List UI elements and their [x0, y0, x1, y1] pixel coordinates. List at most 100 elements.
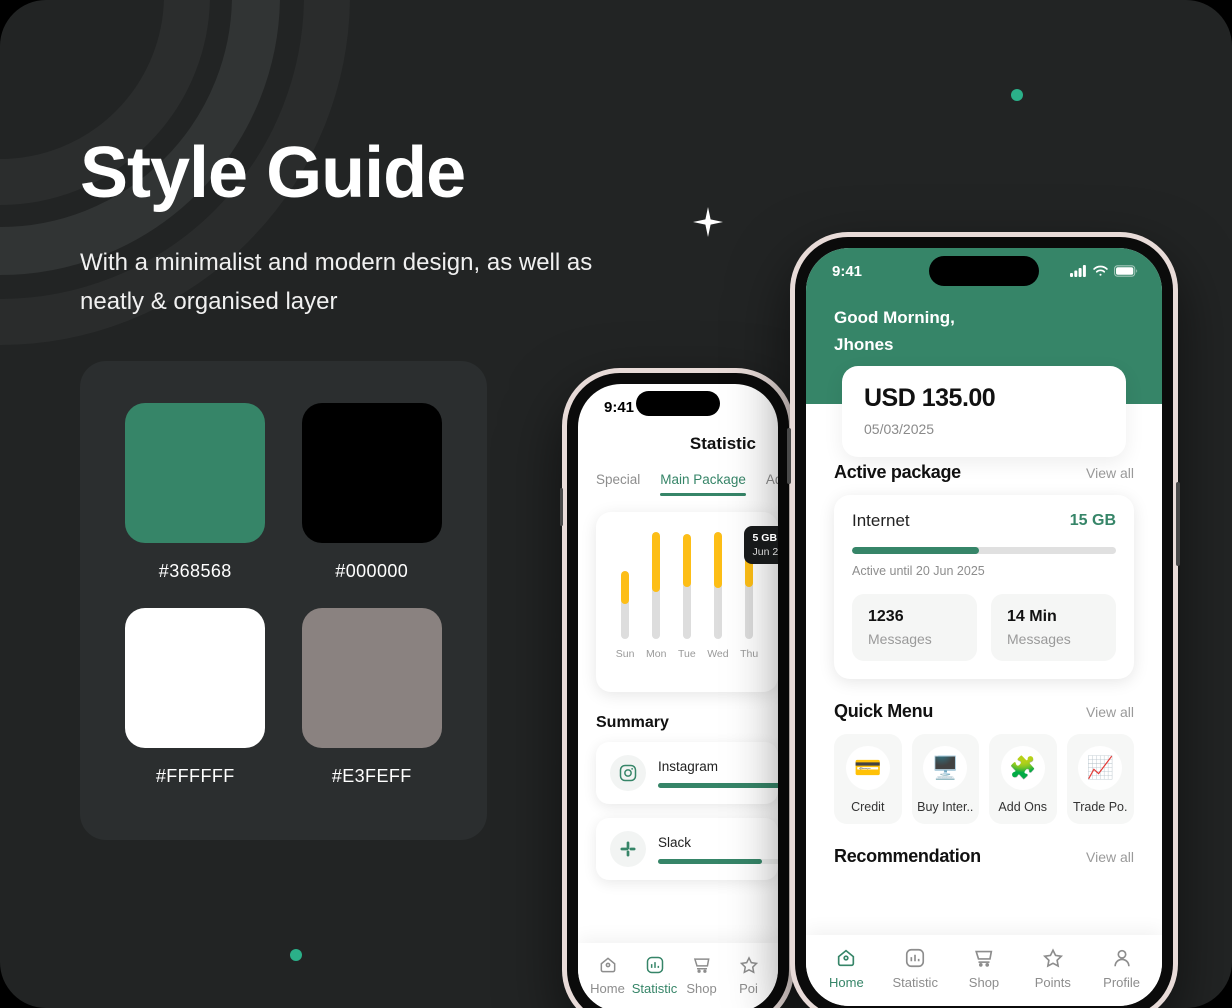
active-package-card[interactable]: Internet 15 GB Active until 20 Jun 2025 …: [834, 495, 1134, 679]
balance-date: 05/03/2025: [864, 421, 935, 437]
volume-button[interactable]: [560, 488, 563, 526]
status-bar: 9:41: [578, 384, 778, 430]
bar-column[interactable]: Mon: [646, 532, 666, 660]
nav-item-shop[interactable]: Shop: [950, 947, 1019, 990]
tab-special[interactable]: Special: [596, 472, 640, 487]
points-star-icon: [1042, 948, 1063, 968]
profile-person-icon: [1113, 949, 1130, 967]
bar-column[interactable]: Tue: [678, 532, 696, 660]
points-star-icon: [739, 956, 758, 974]
bar-column[interactable]: Sun: [615, 532, 635, 660]
nav-item-home[interactable]: Home: [584, 955, 631, 996]
page-title: Style Guide: [80, 133, 466, 213]
tooltip-value: 5 GB: [752, 532, 778, 544]
style-guide-page: Style Guide With a minimalist and modern…: [0, 0, 1232, 1008]
summary-item-instagram[interactable]: Instagram: [596, 742, 778, 804]
tab-main-package[interactable]: Main Package: [660, 472, 746, 496]
color-swatch: [125, 403, 266, 543]
swatch-label: #368568: [158, 561, 232, 581]
quick-menu-label: Add Ons: [998, 800, 1048, 814]
stat-value: 14 Min: [1007, 608, 1057, 625]
home-icon: [600, 957, 615, 973]
package-quota: 15 GB: [1069, 512, 1116, 529]
nav-item-profile[interactable]: Profile: [1087, 947, 1156, 990]
signal-icon: [1070, 265, 1086, 277]
phone-screen: 9:41 Statistic Special Main Package Add …: [578, 384, 778, 1008]
quick-menu-header: Quick Menu View all: [834, 701, 1134, 722]
nav-item-points[interactable]: Poi: [725, 955, 772, 996]
bottom-navigation: Home Statistic Shop: [578, 943, 778, 1008]
section-title: Quick Menu: [834, 701, 934, 721]
quick-menu-add-ons[interactable]: 🧩 Add Ons: [989, 734, 1057, 824]
color-swatch: [301, 403, 442, 543]
trade-chart-icon: 📈: [1078, 746, 1123, 790]
wifi-icon: [1093, 265, 1108, 276]
summary-title: Summary: [596, 714, 669, 731]
tab-add[interactable]: Add: [766, 472, 778, 487]
swatch-cell[interactable]: #368568: [120, 403, 271, 594]
battery-icon: [1114, 265, 1138, 277]
stat-box-minutes[interactable]: 14 Min Messages: [991, 594, 1116, 661]
quick-menu-buy-internet[interactable]: 🖥️ Buy Inter..: [911, 734, 979, 824]
quick-menu-credit[interactable]: 💳 Credit: [834, 734, 902, 824]
color-palette-panel: #368568 #000000 #FFFFFF #E3FEFF: [80, 361, 487, 840]
nav-label: Points: [1034, 975, 1071, 990]
nav-item-points[interactable]: Points: [1018, 947, 1087, 990]
power-button[interactable]: [1176, 482, 1180, 566]
package-stats: 1236 Messages 14 Min Messages: [852, 594, 1116, 661]
summary-name: Slack: [658, 834, 692, 850]
balance-amount: USD 135.00: [864, 384, 996, 412]
nav-item-statistic[interactable]: Statistic: [881, 947, 950, 990]
greeting-block: Good Morning, Jhones: [806, 294, 1162, 358]
quick-menu-label: Credit: [851, 800, 885, 814]
chart-tooltip: 5 GB Jun 23,: [743, 526, 778, 564]
package-expiry: Active until 20 Jun 2025: [852, 564, 985, 578]
quick-menu-label: Buy Inter..: [917, 800, 974, 814]
quick-menu-trade-point[interactable]: 📈 Trade Po.: [1066, 734, 1134, 824]
active-package-header: Active package View all: [834, 462, 1134, 483]
volume-button[interactable]: [787, 428, 791, 484]
stat-box-messages[interactable]: 1236 Messages: [852, 594, 977, 661]
tooltip-date: Jun 23,: [752, 546, 778, 558]
greeting-line-1: Good Morning,: [834, 308, 955, 327]
decorative-dot-bottom: [290, 949, 302, 961]
usage-bar-chart: 5 GB Jun 23, Sun Mon: [596, 512, 778, 692]
section-title: Active package: [834, 462, 961, 482]
stat-label: Messages: [868, 631, 932, 647]
slack-icon: [610, 831, 646, 867]
home-icon: [838, 949, 855, 967]
view-all-link[interactable]: View all: [1086, 465, 1134, 481]
summary-progress-fill: [658, 858, 762, 864]
stat-value: 1236: [868, 608, 904, 625]
swatch-cell[interactable]: #FFFFFF: [120, 607, 271, 799]
view-all-link[interactable]: View all: [1086, 849, 1134, 865]
shop-cart-icon: [693, 958, 710, 973]
nav-label: Shop: [968, 975, 1000, 990]
statistic-icon: [906, 948, 925, 968]
phone-bezel: 9:41 Good Morning, Jhones USD 135.00 05/…: [795, 237, 1173, 1008]
package-name: Internet: [852, 511, 910, 530]
nav-label: Home: [590, 981, 625, 996]
phone-bezel: 9:41 Statistic Special Main Package Add …: [567, 373, 789, 1008]
quick-menu-label: Trade Po.: [1073, 800, 1128, 814]
nav-item-home[interactable]: Home: [812, 947, 881, 990]
swatch-cell[interactable]: #000000: [297, 403, 448, 594]
nav-label: Statistic: [631, 981, 678, 996]
nav-item-shop[interactable]: Shop: [678, 955, 725, 996]
quick-menu-grid: 💳 Credit 🖥️ Buy Inter.. 🧩 Add Ons �: [834, 734, 1134, 824]
nav-item-statistic[interactable]: Statistic: [631, 955, 678, 996]
view-all-link[interactable]: View all: [1086, 704, 1134, 720]
bar-label: Sun: [615, 648, 635, 660]
greeting-line-2: Jhones: [834, 335, 894, 354]
summary-item-slack[interactable]: Slack: [596, 818, 778, 880]
color-swatch: [301, 607, 442, 748]
bar-label: Wed: [707, 648, 729, 660]
balance-card[interactable]: USD 135.00 05/03/2025: [842, 366, 1126, 457]
add-ons-puzzle-icon: 🧩: [1000, 746, 1045, 790]
swatch-cell[interactable]: #E3FEFF: [297, 607, 448, 799]
bar-label: Tue: [677, 648, 696, 660]
decorative-dot-top: [1011, 89, 1023, 101]
statistic-icon: [646, 956, 663, 974]
bar-column[interactable]: Wed: [707, 532, 729, 660]
color-swatch: [125, 607, 266, 748]
